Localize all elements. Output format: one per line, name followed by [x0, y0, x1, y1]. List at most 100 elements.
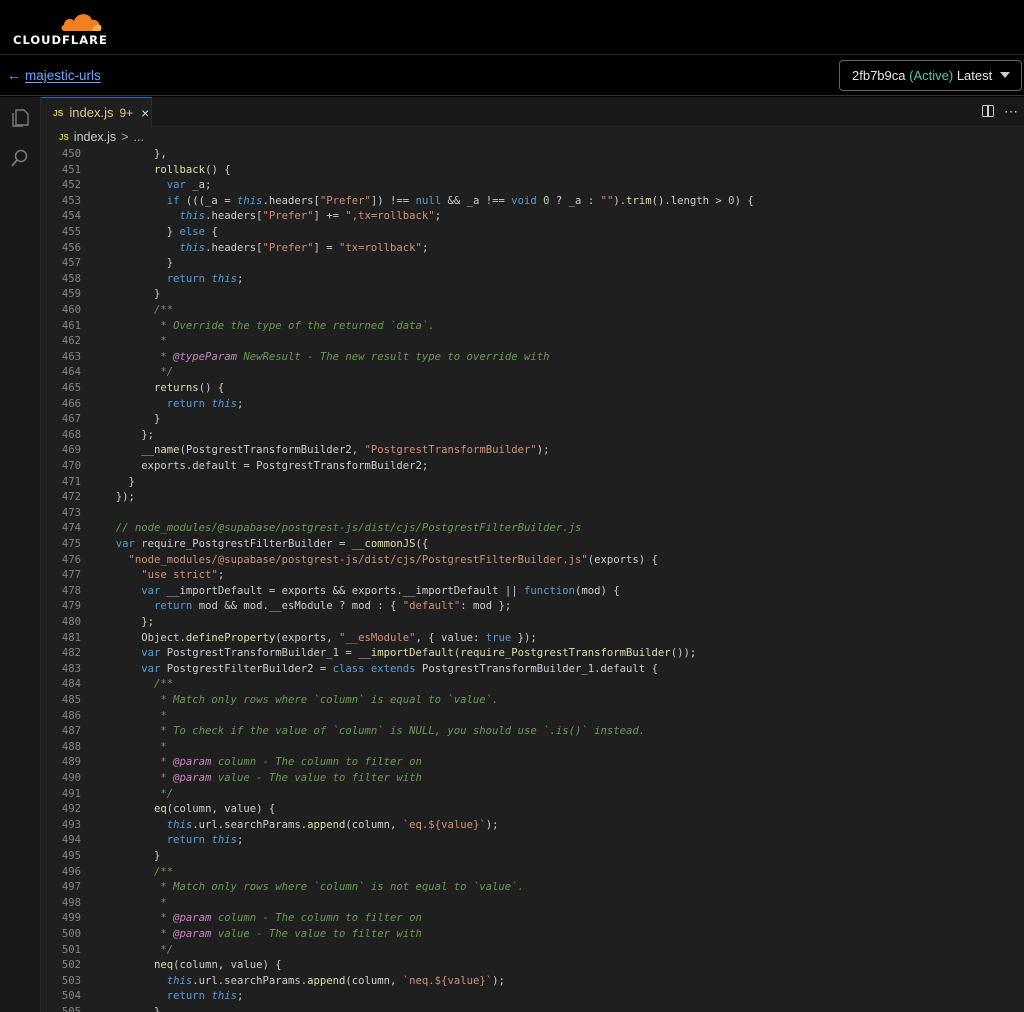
code-line[interactable]: 465 returns() { [41, 381, 1024, 397]
tab-index-js[interactable]: JS index.js 9+ × [41, 97, 152, 127]
code-text: var _a; [166, 179, 212, 192]
line-number: 495 [61, 850, 81, 862]
line-number: 481 [61, 631, 81, 644]
code-line[interactable]: 464 */ [41, 365, 1024, 381]
code-line[interactable]: 502 neq(column, value) { [41, 958, 1024, 974]
code-line[interactable]: 460 /** [41, 303, 1024, 319]
line-number: 501 [61, 943, 81, 956]
code-line[interactable]: 472 }); [41, 490, 1024, 506]
code-line[interactable]: 474 // node_modules/@supabase/postgrest-… [41, 521, 1024, 537]
line-number: 497 [61, 881, 81, 894]
code-text: var PostgrestFilterBuilder2 = class exte… [141, 662, 658, 675]
code-text: return this; [166, 834, 244, 847]
code-line[interactable]: 495 } [41, 849, 1024, 865]
split-editor-icon[interactable] [982, 105, 994, 117]
code-line[interactable]: 494 return this; [41, 833, 1024, 849]
code-text: } [103, 1006, 161, 1012]
code-line[interactable]: 487 * To check if the value of `column` … [41, 724, 1024, 740]
code-line[interactable]: 486 * [41, 709, 1024, 725]
code-line[interactable]: 504 return this; [41, 989, 1024, 1005]
code-line[interactable]: 501 */ [41, 943, 1024, 959]
line-number: 472 [61, 491, 81, 504]
line-number: 461 [61, 319, 81, 332]
code-line[interactable]: 483 var PostgrestFilterBuilder2 = class … [41, 662, 1024, 678]
line-number: 457 [61, 257, 81, 270]
code-line[interactable]: 477 "use strict"; [41, 568, 1024, 584]
code-line[interactable]: 476 "node_modules/@supabase/postgrest-js… [41, 553, 1024, 569]
code-line[interactable]: 479 return mod && mod.__esModule ? mod :… [41, 599, 1024, 615]
code-line[interactable]: 496 /** [41, 865, 1024, 881]
line-number: 499 [61, 912, 81, 925]
code-line[interactable]: 462 * [41, 334, 1024, 350]
code-line[interactable]: 469 __name(PostgrestTransformBuilder2, "… [41, 443, 1024, 459]
code-line[interactable]: 466 return this; [41, 397, 1024, 413]
code-line[interactable]: 484 /** [41, 677, 1024, 693]
code-text: }, [103, 148, 167, 160]
breadcrumb-file[interactable]: index.js [74, 130, 116, 144]
code-line[interactable]: 490 * @param value - The value to filter… [41, 771, 1024, 787]
code-text: */ [103, 943, 174, 956]
code-line[interactable]: 463 * @typeParam NewResult - The new res… [41, 350, 1024, 366]
code-line[interactable]: 492 eq(column, value) { [41, 802, 1024, 818]
code-line[interactable]: 489 * @param column - The column to filt… [41, 755, 1024, 771]
code-editor[interactable]: 450 }, 451 rollback() {452 var _a; 453 if … [41, 147, 1024, 1012]
line-number: 469 [61, 444, 81, 457]
code-line[interactable]: 480 }; [41, 615, 1024, 631]
code-text: /** [103, 865, 174, 878]
code-line[interactable]: 456 this.headers["Prefer"] = "tx=rollbac… [41, 241, 1024, 257]
code-line[interactable]: 499 * @param column - The column to filt… [41, 911, 1024, 927]
line-number: 464 [61, 366, 81, 379]
code-line[interactable]: 467 } [41, 412, 1024, 428]
line-number: 480 [61, 616, 81, 628]
code-text: this.url.searchParams.append(column, `ne… [166, 974, 505, 987]
search-icon[interactable] [9, 147, 31, 169]
code-line[interactable]: 457 } [41, 256, 1024, 272]
breadcrumb-symbol[interactable]: ... [134, 130, 144, 144]
code-line[interactable]: 485 * Match only rows where `column` is … [41, 693, 1024, 709]
code-text: __name(PostgrestTransformBuilder2, "Post… [141, 444, 550, 457]
code-line[interactable]: 468 }; [41, 428, 1024, 444]
code-line[interactable]: 451 rollback() { [41, 163, 1024, 179]
back-link[interactable]: ← majestic-urls [7, 67, 101, 83]
code-line[interactable]: 505 } [41, 1005, 1024, 1012]
line-number: 487 [61, 725, 81, 738]
line-number: 468 [61, 428, 81, 441]
code-line[interactable]: 452 var _a; [41, 178, 1024, 194]
code-line[interactable]: 478 var __importDefault = exports && exp… [41, 584, 1024, 600]
code-text: * [103, 740, 167, 753]
code-line[interactable]: 471 } [41, 475, 1024, 491]
chevron-down-icon [1000, 72, 1010, 78]
code-line[interactable]: 497 * Match only rows where `column` is … [41, 880, 1024, 896]
code-line[interactable]: 461 * Override the type of the returned … [41, 319, 1024, 335]
code-text: } else { [103, 226, 218, 238]
close-icon[interactable]: × [141, 105, 149, 121]
code-line[interactable]: 500 * @param value - The value to filter… [41, 927, 1024, 943]
more-actions-icon[interactable]: ⋯ [1004, 103, 1018, 120]
code-line[interactable]: 450 }, [41, 147, 1024, 163]
code-line[interactable]: 453 if (((_a = this.headers["Prefer"]) !… [41, 194, 1024, 210]
files-icon[interactable] [9, 107, 31, 129]
code-line[interactable]: 475 var require_PostgrestFilterBuilder =… [41, 537, 1024, 553]
code-line[interactable]: 458 return this; [41, 272, 1024, 288]
code-line[interactable]: 459 } [41, 287, 1024, 303]
code-text: // node_modules/@supabase/postgrest-js/d… [103, 522, 582, 535]
line-number: 482 [61, 647, 81, 660]
code-line[interactable]: 503 this.url.searchParams.append(column,… [41, 974, 1024, 990]
code-text: return this; [166, 397, 244, 410]
code-line[interactable]: 454 this.headers["Prefer"] += ",tx=rollb… [41, 209, 1024, 225]
code-text: return this; [166, 990, 244, 1003]
code-line[interactable]: 482 var PostgrestTransformBuilder_1 = __… [41, 646, 1024, 662]
code-line[interactable]: 498 * [41, 896, 1024, 912]
code-line[interactable]: 491 */ [41, 787, 1024, 803]
code-line[interactable]: 488 * [41, 740, 1024, 756]
code-line[interactable]: 470 exports.default = PostgrestTransform… [41, 459, 1024, 475]
code-line[interactable]: 493 this.url.searchParams.append(column,… [41, 818, 1024, 834]
back-link-label: majestic-urls [25, 67, 101, 83]
code-text: }; [103, 428, 155, 441]
cloudflare-logo[interactable]: CLOUDFLARE [13, 9, 109, 47]
code-text: * To check if the value of `column` is N… [103, 725, 646, 738]
version-select[interactable]: 2fb7b9ca (Active) Latest [839, 60, 1022, 91]
code-line[interactable]: 481 Object.defineProperty(exports, "__es… [41, 631, 1024, 647]
code-line[interactable]: 473 [41, 506, 1024, 522]
code-line[interactable]: 455 } else { [41, 225, 1024, 241]
